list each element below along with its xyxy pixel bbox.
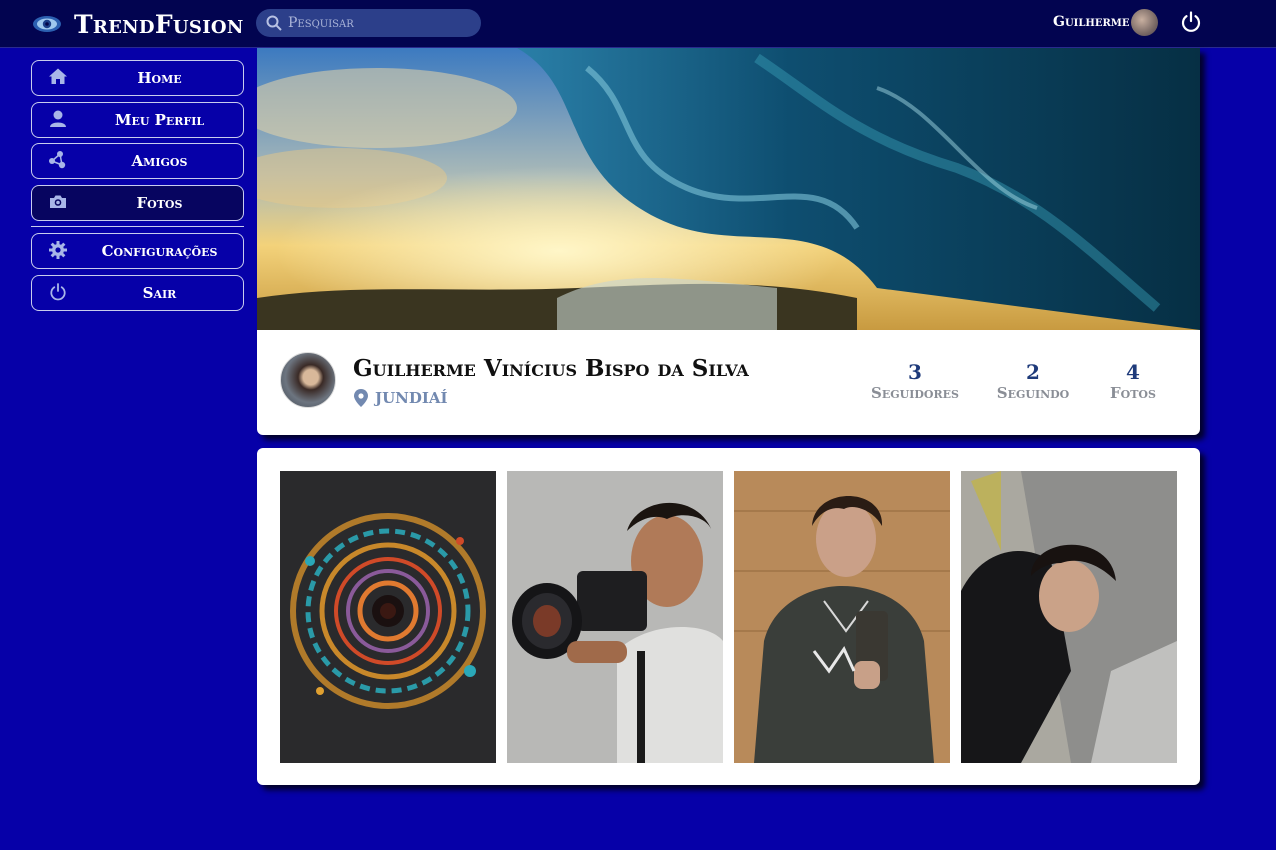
sidebar-item-home[interactable]: Home xyxy=(31,60,244,96)
stat-value: 3 xyxy=(908,360,922,384)
stat-value: 4 xyxy=(1126,360,1140,384)
man-with-camera-image xyxy=(507,471,723,763)
stat-label: Seguidores xyxy=(871,384,959,402)
profile-avatar[interactable] xyxy=(280,352,336,408)
photo-thumbnail[interactable] xyxy=(961,471,1177,763)
location-text: JUNDIAÍ xyxy=(375,389,448,407)
profile-location: JUNDIAÍ xyxy=(354,389,448,407)
app-name: TrendFusion xyxy=(74,9,244,39)
stat-value: 2 xyxy=(1026,360,1040,384)
mirror-selfie-image xyxy=(734,471,950,763)
sidebar-divider xyxy=(31,226,244,227)
profile-card: Guilherme Vinícius Bispo da Silva JUNDIA… xyxy=(257,48,1200,435)
location-pin-icon xyxy=(354,389,368,407)
photo-thumbnail[interactable] xyxy=(280,471,496,763)
photo-thumbnail[interactable] xyxy=(507,471,723,763)
stat-photos[interactable]: 4 Fotos xyxy=(1105,360,1161,402)
portrait-image xyxy=(961,471,1177,763)
sidebar-item-logout[interactable]: Sair xyxy=(31,275,244,311)
stat-label: Seguindo xyxy=(996,384,1070,402)
stat-following[interactable]: 2 Seguindo xyxy=(993,360,1073,402)
top-bar: TrendFusion Guilherme xyxy=(0,0,1276,48)
sidebar-item-friends[interactable]: Amigos xyxy=(31,143,244,179)
sidebar-item-profile[interactable]: Meu Perfil xyxy=(31,102,244,138)
search-icon xyxy=(266,15,282,31)
user-icon xyxy=(50,110,66,127)
friends-icon xyxy=(49,151,66,169)
camera-icon xyxy=(50,195,66,208)
cover-image xyxy=(257,48,1200,330)
power-icon[interactable] xyxy=(1179,10,1203,34)
header-user-name[interactable]: Guilherme xyxy=(1053,14,1129,30)
stat-followers[interactable]: 3 Seguidores xyxy=(869,360,961,402)
abstract-spiral-image xyxy=(280,471,496,763)
sidebar-item-settings[interactable]: Configurações xyxy=(31,233,244,269)
gear-icon xyxy=(49,241,67,259)
logo[interactable]: TrendFusion xyxy=(32,8,244,40)
photo-thumbnail[interactable] xyxy=(734,471,950,763)
search-box[interactable] xyxy=(256,9,481,37)
photos-grid xyxy=(257,448,1200,785)
stat-label: Fotos xyxy=(1110,384,1156,402)
profile-name: Guilherme Vinícius Bispo da Silva xyxy=(353,355,749,382)
home-icon xyxy=(49,68,67,84)
sidebar-item-photos[interactable]: Fotos xyxy=(31,185,244,221)
search-input[interactable] xyxy=(288,15,468,31)
power-icon xyxy=(50,283,66,301)
eye-logo-icon xyxy=(33,16,61,32)
header-avatar[interactable] xyxy=(1131,9,1158,36)
